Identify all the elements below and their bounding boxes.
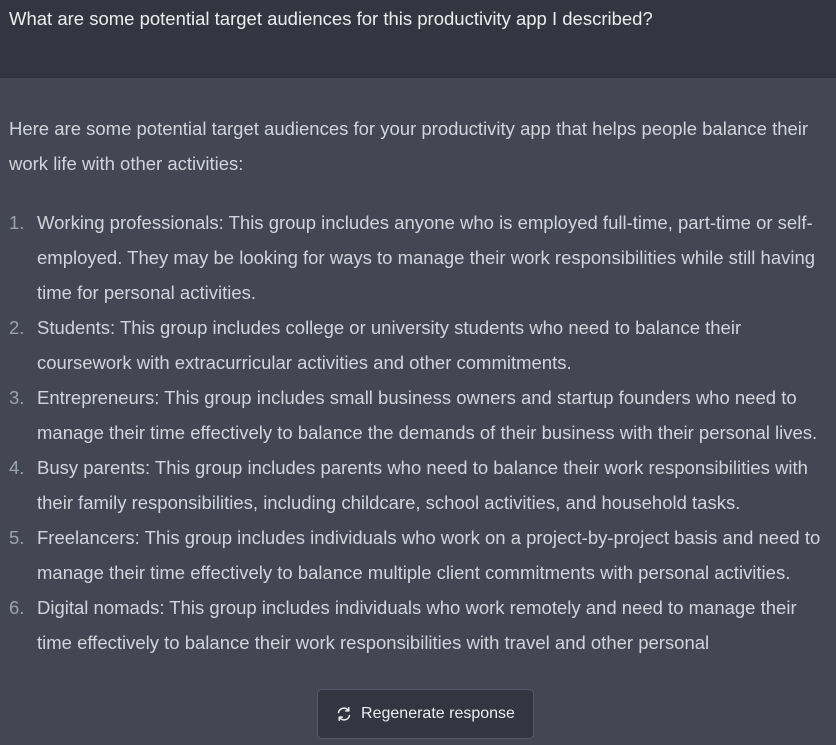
list-item: 5. Freelancers: This group includes indi… — [0, 520, 836, 590]
list-item-number: 3. — [9, 387, 25, 408]
audience-list: 1. Working professionals: This group inc… — [0, 205, 836, 660]
list-item-text: Students: This group includes college or… — [37, 317, 742, 373]
list-item-text: Entrepreneurs: This group includes small… — [37, 387, 818, 443]
assistant-message: Here are some potential target audiences… — [0, 78, 836, 745]
list-item-text: Busy parents: This group includes parent… — [37, 457, 808, 513]
regenerate-response-button[interactable]: Regenerate response — [317, 689, 534, 739]
list-item: 4. Busy parents: This group includes par… — [0, 450, 836, 520]
list-item-text: Working professionals: This group includ… — [37, 212, 816, 303]
regenerate-response-label: Regenerate response — [361, 705, 515, 722]
user-message: What are some potential target audiences… — [0, 0, 836, 78]
list-item-number: 5. — [9, 527, 25, 548]
list-item-number: 4. — [9, 457, 25, 478]
list-item: 2. Students: This group includes college… — [0, 310, 836, 380]
assistant-intro-text: Here are some potential target audiences… — [9, 118, 809, 174]
list-item-number: 6. — [9, 597, 25, 618]
list-item-number: 1. — [9, 212, 25, 233]
user-message-text: What are some potential target audiences… — [9, 8, 653, 29]
list-item-text: Freelancers: This group includes individ… — [37, 527, 821, 583]
list-item-number: 2. — [9, 317, 25, 338]
list-item: 1. Working professionals: This group inc… — [0, 205, 836, 310]
refresh-icon — [336, 706, 352, 722]
list-item: 6. Digital nomads: This group includes i… — [0, 590, 836, 660]
list-item-text: Digital nomads: This group includes indi… — [37, 597, 797, 653]
list-item: 3. Entrepreneurs: This group includes sm… — [0, 380, 836, 450]
